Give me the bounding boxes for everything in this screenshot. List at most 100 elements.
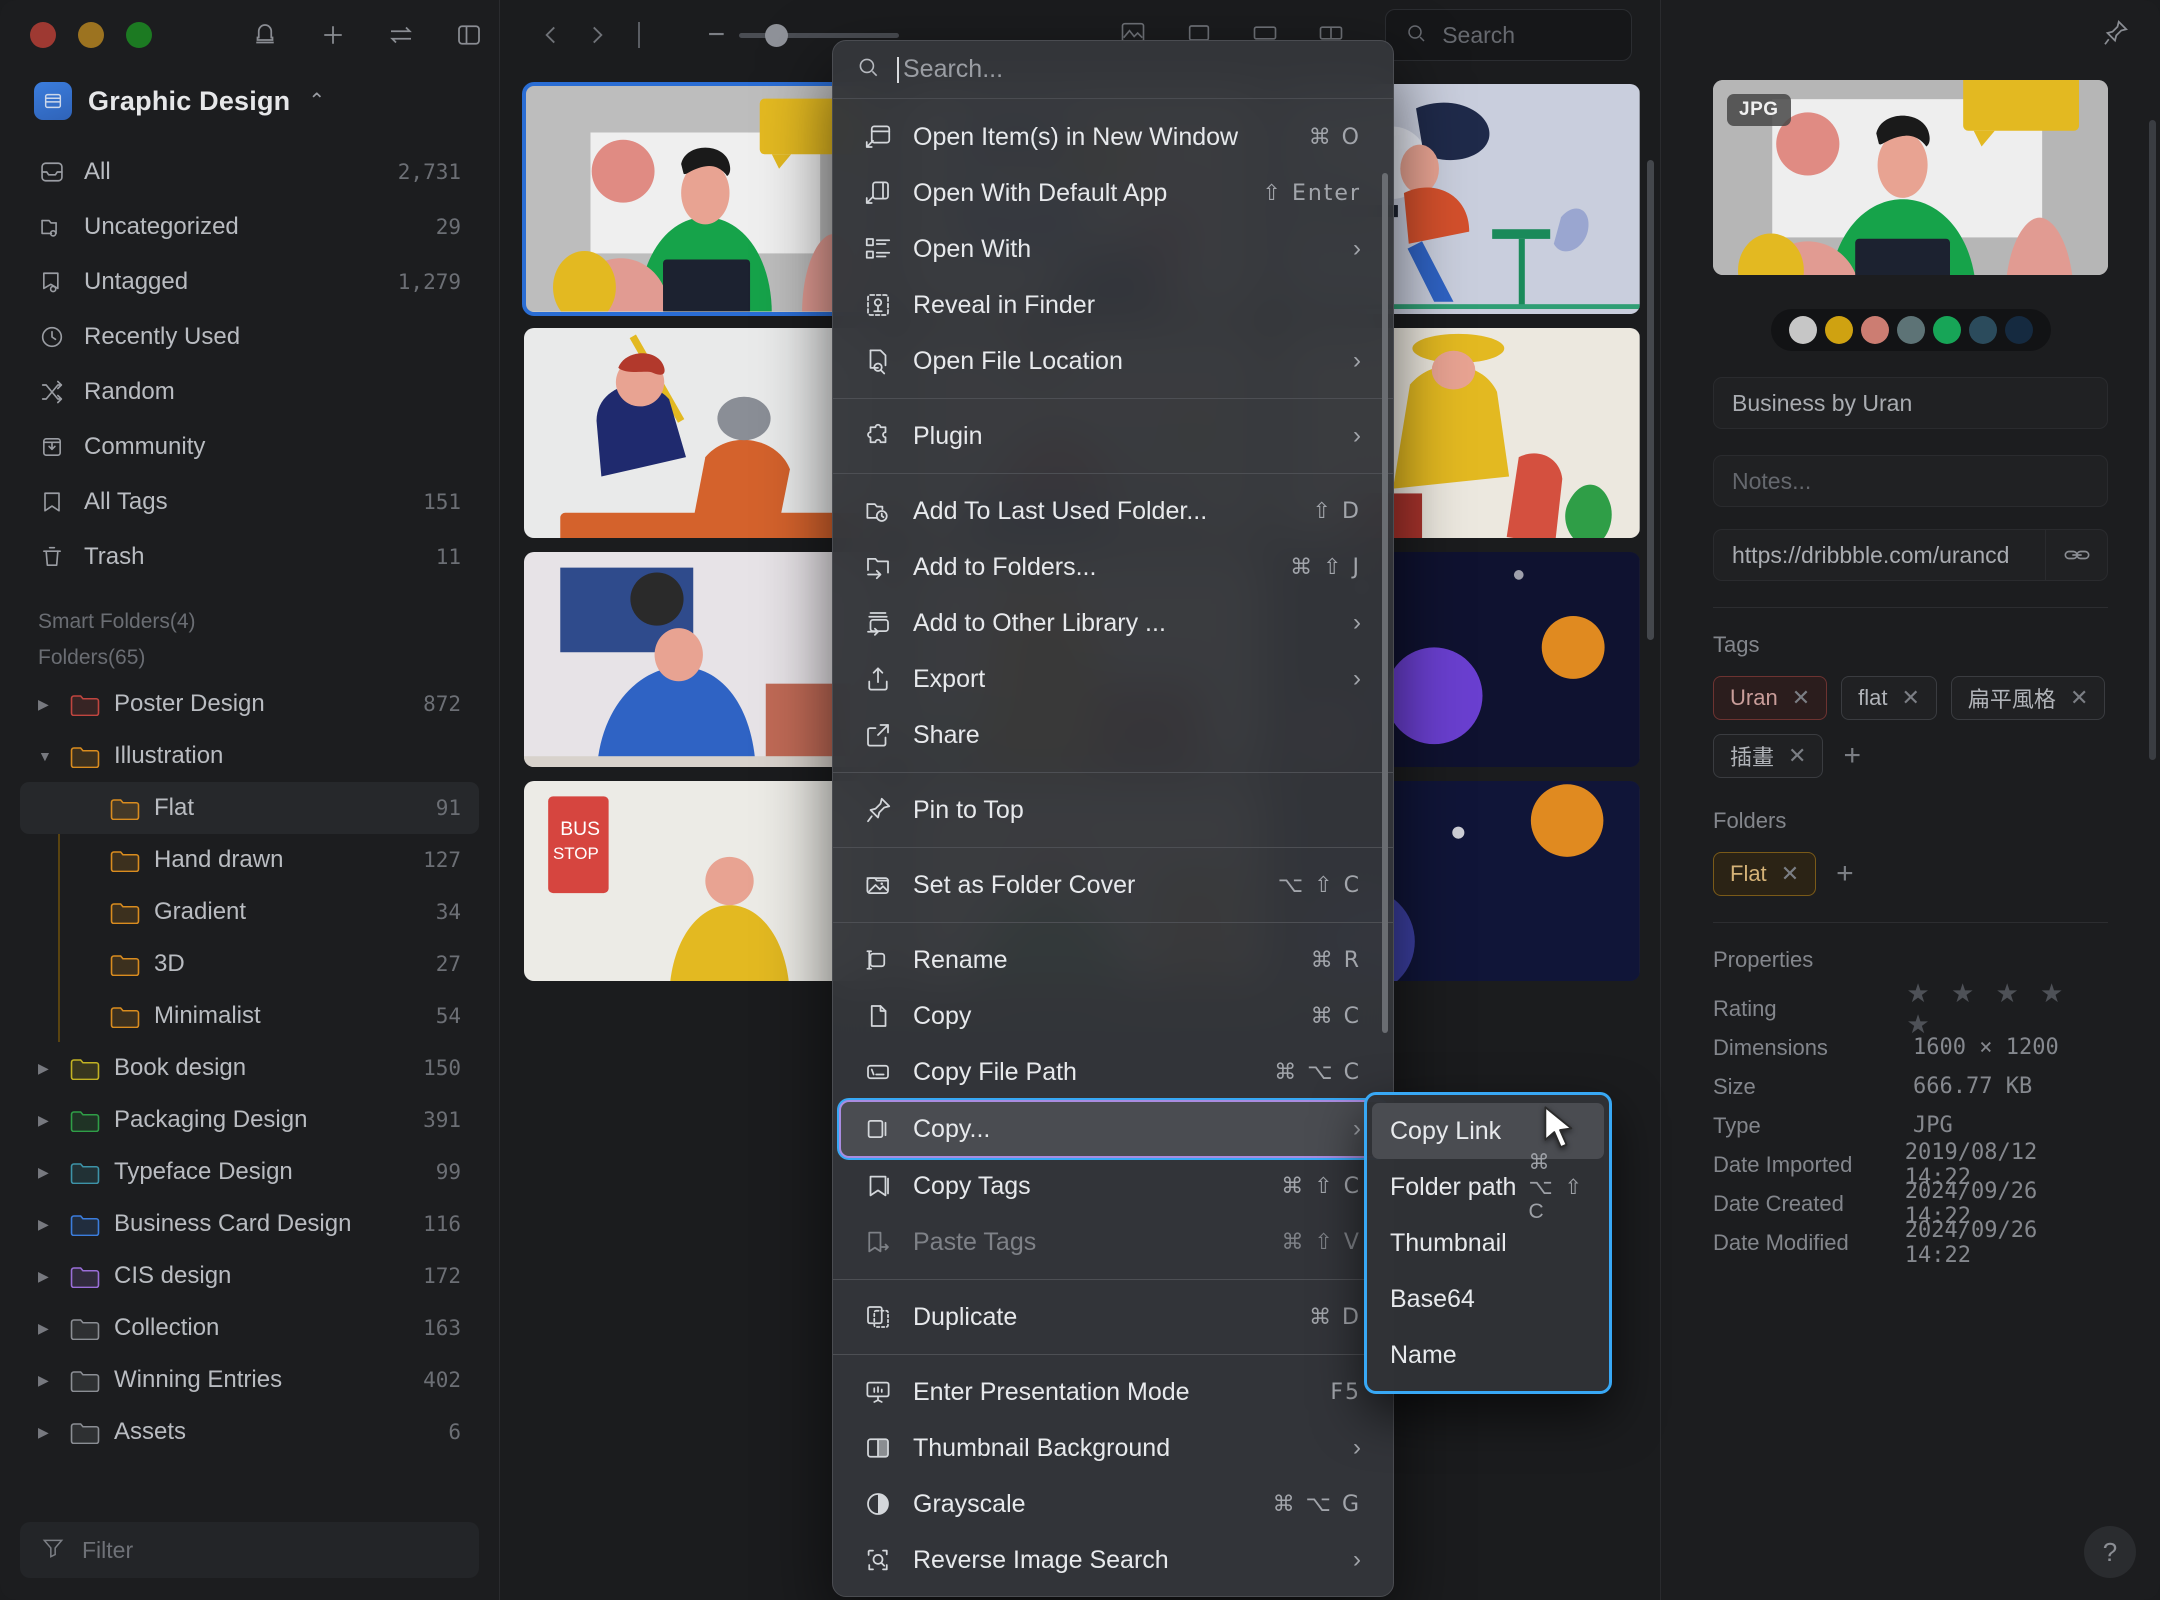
chevron-right-icon[interactable]: ▶: [38, 697, 56, 711]
bell-icon[interactable]: [250, 20, 280, 50]
help-button[interactable]: ?: [2084, 1526, 2136, 1578]
add-folder-button[interactable]: +: [1830, 859, 1860, 889]
remove-tag-icon[interactable]: ✕: [1788, 743, 1806, 769]
menu-item-rename[interactable]: Rename ⌘ R: [841, 932, 1385, 988]
remove-tag-icon[interactable]: ✕: [1792, 685, 1810, 711]
zoom-button[interactable]: [126, 22, 152, 48]
color-swatch[interactable]: [1860, 316, 1889, 344]
zoom-knob[interactable]: [765, 23, 789, 47]
panel-toggle-icon[interactable]: [454, 20, 484, 50]
menu-item-reveal-in-finder[interactable]: Reveal in Finder: [841, 277, 1385, 333]
chevron-right-icon[interactable]: ▶: [38, 1373, 56, 1387]
add-tag-button[interactable]: +: [1837, 741, 1867, 771]
sidebar-item-recently-used[interactable]: Recently Used: [20, 309, 479, 364]
menu-item-plugin[interactable]: Plugin ›: [841, 408, 1385, 464]
folder-item-book-design[interactable]: ▶ Book design 150: [20, 1042, 479, 1094]
remove-folder-icon[interactable]: ✕: [1781, 861, 1799, 887]
folder-item-flat[interactable]: Flat 91: [20, 782, 479, 834]
chevron-right-icon[interactable]: ▶: [38, 1321, 56, 1335]
folder-item-3d[interactable]: 3D 27: [20, 938, 479, 990]
folder-item-assets[interactable]: ▶ Assets 6: [20, 1406, 479, 1458]
menu-item-grayscale[interactable]: Grayscale ⌘ ⌥ G: [841, 1476, 1385, 1532]
folder-item-poster-design[interactable]: ▶ Poster Design 872: [20, 678, 479, 730]
menu-item-pin-to-top[interactable]: Pin to Top: [841, 782, 1385, 838]
library-selector[interactable]: Graphic Design ⌃: [0, 70, 499, 140]
folder-item-hand-drawn[interactable]: Hand drawn 127: [20, 834, 479, 886]
color-swatch[interactable]: [1824, 316, 1853, 344]
menu-item-open-file-location[interactable]: Open File Location ›: [841, 333, 1385, 389]
url-field[interactable]: https://dribbble.com/urancd: [1713, 529, 2108, 581]
chevron-right-icon[interactable]: ▶: [38, 1165, 56, 1179]
menu-item-copy[interactable]: Copy ⌘ C: [841, 988, 1385, 1044]
chevron-down-icon[interactable]: ▼: [38, 749, 56, 763]
folder-item-packaging-design[interactable]: ▶ Packaging Design 391: [20, 1094, 479, 1146]
chevron-right-icon[interactable]: ▶: [38, 1061, 56, 1075]
preview-image[interactable]: JPG: [1713, 80, 2108, 275]
context-menu-search[interactable]: Search...: [833, 41, 1393, 99]
submenu-item-name[interactable]: Name: [1372, 1327, 1604, 1383]
menu-item-copy[interactable]: Copy... ›: [839, 1100, 1387, 1158]
folder-item-winning-entries[interactable]: ▶ Winning Entries 402: [20, 1354, 479, 1406]
plus-icon[interactable]: [318, 20, 348, 50]
tag-chip[interactable]: 扁平風格 ✕: [1950, 676, 2106, 720]
zoom-track[interactable]: [739, 23, 900, 47]
close-button[interactable]: [30, 22, 56, 48]
minimize-button[interactable]: [78, 22, 104, 48]
link-icon[interactable]: [2045, 530, 2107, 580]
menu-item-open-with-default-app[interactable]: Open With Default App ⇧ Enter: [841, 165, 1385, 221]
color-swatch[interactable]: [1788, 316, 1817, 344]
menu-item-export[interactable]: Export ›: [841, 651, 1385, 707]
menu-item-duplicate[interactable]: Duplicate ⌘ D: [841, 1289, 1385, 1345]
color-swatch[interactable]: [1968, 316, 1997, 344]
chevron-right-icon[interactable]: ▶: [38, 1425, 56, 1439]
menu-item-add-to-folders[interactable]: Add to Folders... ⌘ ⇧ J: [841, 539, 1385, 595]
sidebar-item-community[interactable]: Community: [20, 419, 479, 474]
remove-tag-icon[interactable]: ✕: [1901, 685, 1919, 711]
grid-scrollbar[interactable]: [1647, 160, 1654, 640]
sidebar-item-trash[interactable]: Trash 11: [20, 529, 479, 584]
menu-item-reverse-image-search[interactable]: Reverse Image Search ›: [841, 1532, 1385, 1588]
menu-item-copy-tags[interactable]: Copy Tags ⌘ ⇧ C: [841, 1158, 1385, 1214]
color-swatch[interactable]: [2004, 316, 2033, 344]
menu-item-share[interactable]: Share: [841, 707, 1385, 763]
tag-chip[interactable]: flat ✕: [1841, 676, 1937, 720]
chevron-right-icon[interactable]: ▶: [38, 1217, 56, 1231]
color-swatch[interactable]: [1896, 316, 1925, 344]
menu-item-open-with[interactable]: Open With ›: [841, 221, 1385, 277]
menu-item-open-item-s-in-new-window[interactable]: Open Item(s) in New Window ⌘ O: [841, 109, 1385, 165]
chevron-right-icon[interactable]: ▶: [38, 1113, 56, 1127]
color-palette[interactable]: [1770, 309, 2051, 351]
folder-chip[interactable]: Flat ✕: [1713, 852, 1817, 896]
folder-item-gradient[interactable]: Gradient 34: [20, 886, 479, 938]
title-field[interactable]: Business by Uran: [1713, 377, 2108, 429]
sidebar-item-uncategorized[interactable]: Uncategorized 29: [20, 199, 479, 254]
submenu-item-folder-path[interactable]: Folder path ⌘ ⌥ ⇧ C: [1372, 1151, 1604, 1223]
sidebar-item-all[interactable]: All 2,731: [20, 144, 479, 199]
tag-chip[interactable]: Uran ✕: [1713, 676, 1828, 720]
notes-field[interactable]: Notes...: [1713, 455, 2108, 507]
sidebar-item-random[interactable]: Random: [20, 364, 479, 419]
transfer-icon[interactable]: [386, 20, 416, 50]
nav-forward-icon[interactable]: [574, 22, 620, 48]
window-controls[interactable]: [30, 22, 152, 48]
folder-item-minimalist[interactable]: Minimalist 54: [20, 990, 479, 1042]
menu-item-set-as-folder-cover[interactable]: Set as Folder Cover ⌥ ⇧ C: [841, 857, 1385, 913]
chevron-updown-icon[interactable]: ⌃: [308, 91, 325, 111]
inspector-scrollbar[interactable]: [2149, 120, 2156, 760]
menu-item-add-to-last-used-folder[interactable]: Add To Last Used Folder... ⇧ D: [841, 483, 1385, 539]
menu-item-copy-file-path[interactable]: Copy File Path ⌘ ⌥ C: [841, 1044, 1385, 1100]
folder-item-cis-design[interactable]: ▶ CIS design 172: [20, 1250, 479, 1302]
color-swatch[interactable]: [1932, 316, 1961, 344]
menu-item-add-to-other-library[interactable]: Add to Other Library ... ›: [841, 595, 1385, 651]
filter-input[interactable]: Filter: [20, 1522, 479, 1578]
folder-item-illustration[interactable]: ▼ Illustration: [20, 730, 479, 782]
rating-stars[interactable]: ★ ★ ★ ★ ★: [1906, 978, 2108, 1040]
search-input[interactable]: Search: [1385, 9, 1632, 61]
zoom-out-icon[interactable]: −: [708, 20, 726, 50]
sidebar-item-all-tags[interactable]: All Tags 151: [20, 474, 479, 529]
pin-icon[interactable]: [2100, 18, 2130, 53]
folder-item-business-card-design[interactable]: ▶ Business Card Design 116: [20, 1198, 479, 1250]
menu-item-thumbnail-background[interactable]: Thumbnail Background ›: [841, 1420, 1385, 1476]
remove-tag-icon[interactable]: ✕: [2070, 685, 2088, 711]
chevron-right-icon[interactable]: ▶: [38, 1269, 56, 1283]
